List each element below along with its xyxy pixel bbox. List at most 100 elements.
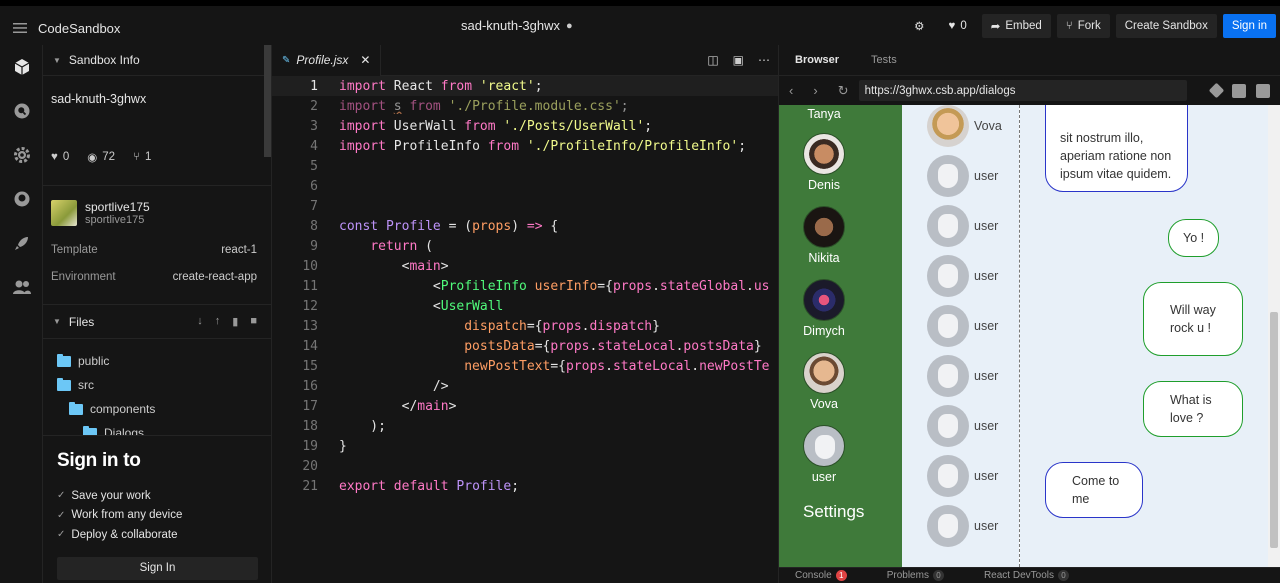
tree-item-public[interactable]: public xyxy=(43,349,271,373)
message-bubble: sit nostrum illo, aperiam ratione non ip… xyxy=(1045,105,1188,192)
line-number: 13 xyxy=(302,318,318,334)
gear-icon: ⚙ xyxy=(914,21,925,33)
files-header[interactable]: ▼ Files ↓ ↑ ▮ ■ xyxy=(43,304,271,339)
code-line: 6 xyxy=(272,176,778,196)
line-number: 6 xyxy=(310,178,318,194)
code-line: 3 import UserWall from './Posts/UserWall'… xyxy=(272,116,778,136)
dialog-item[interactable]: user xyxy=(927,305,998,347)
problems-tab[interactable]: Problems 0 xyxy=(887,570,944,581)
more-icon[interactable]: ⋯ xyxy=(758,53,770,67)
code-text: <UserWall xyxy=(339,298,504,314)
dialog-item[interactable]: Vova xyxy=(927,105,1002,147)
embed-label: Embed xyxy=(1005,20,1042,32)
code-text: newPostText={props.stateLocal.newPostTe xyxy=(464,358,770,374)
arrow-down-icon[interactable]: ↓ xyxy=(197,315,203,328)
copy-icon[interactable] xyxy=(1232,83,1246,98)
url-bar[interactable]: https://3ghwx.csb.app/dialogs xyxy=(858,80,1187,101)
preview-icon[interactable]: ▣ xyxy=(733,53,744,67)
browser-tabs: Browser Tests xyxy=(779,45,1280,76)
open-new-window-icon[interactable] xyxy=(1256,83,1270,98)
sandbox-info-header[interactable]: ▼ Sandbox Info xyxy=(43,45,271,76)
console-tab[interactable]: Console 1 xyxy=(795,570,847,581)
rocket-icon[interactable] xyxy=(0,221,43,265)
friend-name: Vova xyxy=(810,397,838,411)
avatar xyxy=(803,279,845,321)
menu-icon[interactable] xyxy=(2,10,38,46)
refresh-icon[interactable]: ↻ xyxy=(838,83,849,99)
back-icon[interactable]: ‹ xyxy=(789,83,793,98)
avatar xyxy=(927,255,969,297)
settings-link[interactable]: Settings xyxy=(803,502,864,522)
check-icon: ✓ xyxy=(57,490,66,502)
code-text: <ProfileInfo userInfo={props.stateGlobal… xyxy=(339,278,770,294)
tab-profile-jsx[interactable]: ✎ Profile.jsx ✕ xyxy=(272,45,382,76)
tree-item-label: src xyxy=(78,378,94,392)
search-icon[interactable] xyxy=(0,89,43,133)
embed-button[interactable]: ➦ Embed xyxy=(981,14,1051,38)
friend-item[interactable]: Dimych xyxy=(779,279,869,338)
line-number: 7 xyxy=(310,198,318,214)
code-text: postsData={props.stateLocal.postsData} xyxy=(464,338,762,354)
sandbox-title[interactable]: sad-knuth-3ghwx ● xyxy=(461,18,573,33)
code-text: return ( xyxy=(370,238,433,254)
dialog-item[interactable]: user xyxy=(927,405,998,447)
friend-item[interactable]: Nikita xyxy=(779,206,869,265)
dialog-name: user xyxy=(974,269,999,283)
views-count: 72 xyxy=(102,150,116,163)
sidebar-scrollbar[interactable] xyxy=(264,45,271,157)
line-number: 16 xyxy=(302,378,318,394)
line-number: 2 xyxy=(310,98,318,114)
move-icon[interactable] xyxy=(1208,82,1225,98)
create-sandbox-button[interactable]: Create Sandbox xyxy=(1115,14,1217,38)
owner-name: sportlive175 xyxy=(85,200,150,214)
dialog-item[interactable]: user xyxy=(927,155,998,197)
sandbox-name-field[interactable]: sad-knuth-3ghwx xyxy=(43,76,271,128)
tree-item-src[interactable]: src xyxy=(43,373,271,397)
cube-icon[interactable] xyxy=(0,45,43,89)
code-area[interactable]: 1 import React from 'react'; 2 import s fr… xyxy=(272,76,778,583)
preview-scrollbar[interactable] xyxy=(1268,105,1280,567)
dialog-item[interactable]: user xyxy=(927,505,998,547)
dialog-item[interactable]: user xyxy=(927,455,998,497)
avatar xyxy=(927,305,969,347)
sign-in-button[interactable]: Sign in xyxy=(1222,14,1276,38)
gear-icon[interactable] xyxy=(0,133,43,177)
devtools-tab[interactable]: React DevTools 0 xyxy=(984,570,1069,581)
tab-browser[interactable]: Browser xyxy=(779,45,855,76)
users-icon[interactable] xyxy=(0,265,43,309)
new-folder-icon[interactable]: ■ xyxy=(250,315,257,328)
message-bubble: What is love ? xyxy=(1143,381,1243,437)
dialog-item[interactable]: user xyxy=(927,255,998,297)
code-line: 19} xyxy=(272,436,778,456)
tree-item-components[interactable]: components xyxy=(43,397,271,421)
arrow-up-icon[interactable]: ↑ xyxy=(215,315,221,328)
close-icon[interactable]: ✕ xyxy=(360,53,370,67)
scrollbar-thumb[interactable] xyxy=(1270,312,1278,548)
dialog-item[interactable]: user xyxy=(927,205,998,247)
friend-item[interactable]: Denis xyxy=(779,133,869,192)
dialog-item[interactable]: user xyxy=(927,355,998,397)
tab-tests[interactable]: Tests xyxy=(855,45,913,76)
friend-item[interactable]: Vova xyxy=(779,352,869,411)
code-line: 21 export default Profile; xyxy=(272,476,778,496)
template-row: Template react-1 xyxy=(43,236,271,263)
github-icon[interactable] xyxy=(0,177,43,221)
settings-gear-button[interactable]: ⚙ xyxy=(905,14,933,38)
friend-item[interactable]: Tanya xyxy=(779,107,869,121)
message-bubble: Will way rock u ! xyxy=(1143,282,1243,356)
split-view-icon[interactable]: ◫ xyxy=(707,53,718,67)
console-count-badge: 1 xyxy=(835,570,847,581)
browser-panel: Browser Tests ‹ › ↻ https://3ghwx.csb.ap… xyxy=(778,45,1280,583)
fork-button[interactable]: ⑂ Fork xyxy=(1056,14,1110,38)
new-file-icon[interactable]: ▮ xyxy=(232,315,238,328)
code-line: 4 import ProfileInfo from './ProfileInfo/… xyxy=(272,136,778,156)
like-button[interactable]: ♥ 0 xyxy=(939,14,975,38)
template-value[interactable]: react-1 xyxy=(221,244,257,256)
sidebar-sign-in-button[interactable]: Sign In xyxy=(57,556,258,580)
sign-in-panel: Sign in to ✓ Save your work ✓ Work from an… xyxy=(43,435,271,583)
activity-bar xyxy=(0,45,43,583)
owner[interactable]: sportlive175 sportlive175 xyxy=(43,186,271,236)
forward-icon[interactable]: › xyxy=(813,83,817,98)
friend-item[interactable]: user xyxy=(779,425,869,484)
brand-name[interactable]: CodeSandbox xyxy=(38,21,120,36)
